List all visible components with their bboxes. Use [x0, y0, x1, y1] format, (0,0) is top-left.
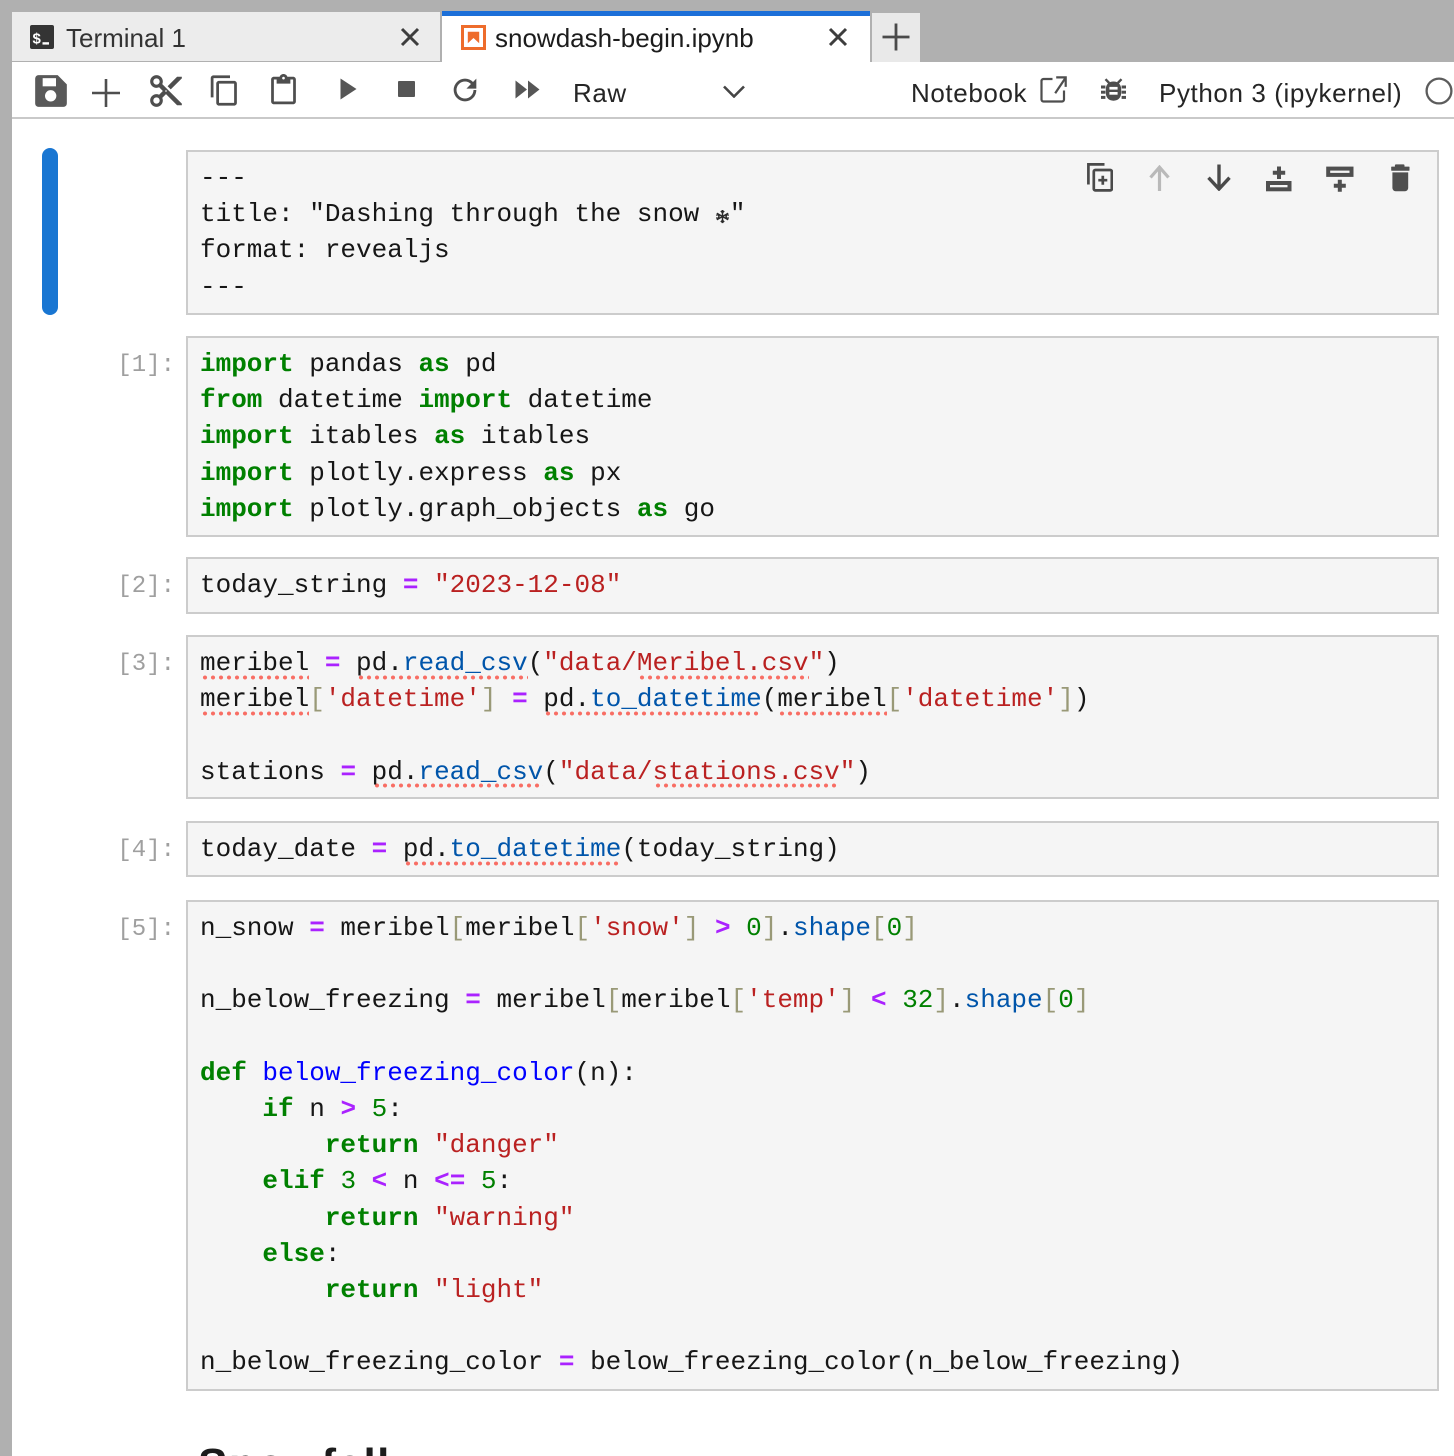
svg-text:$: $	[33, 31, 42, 48]
